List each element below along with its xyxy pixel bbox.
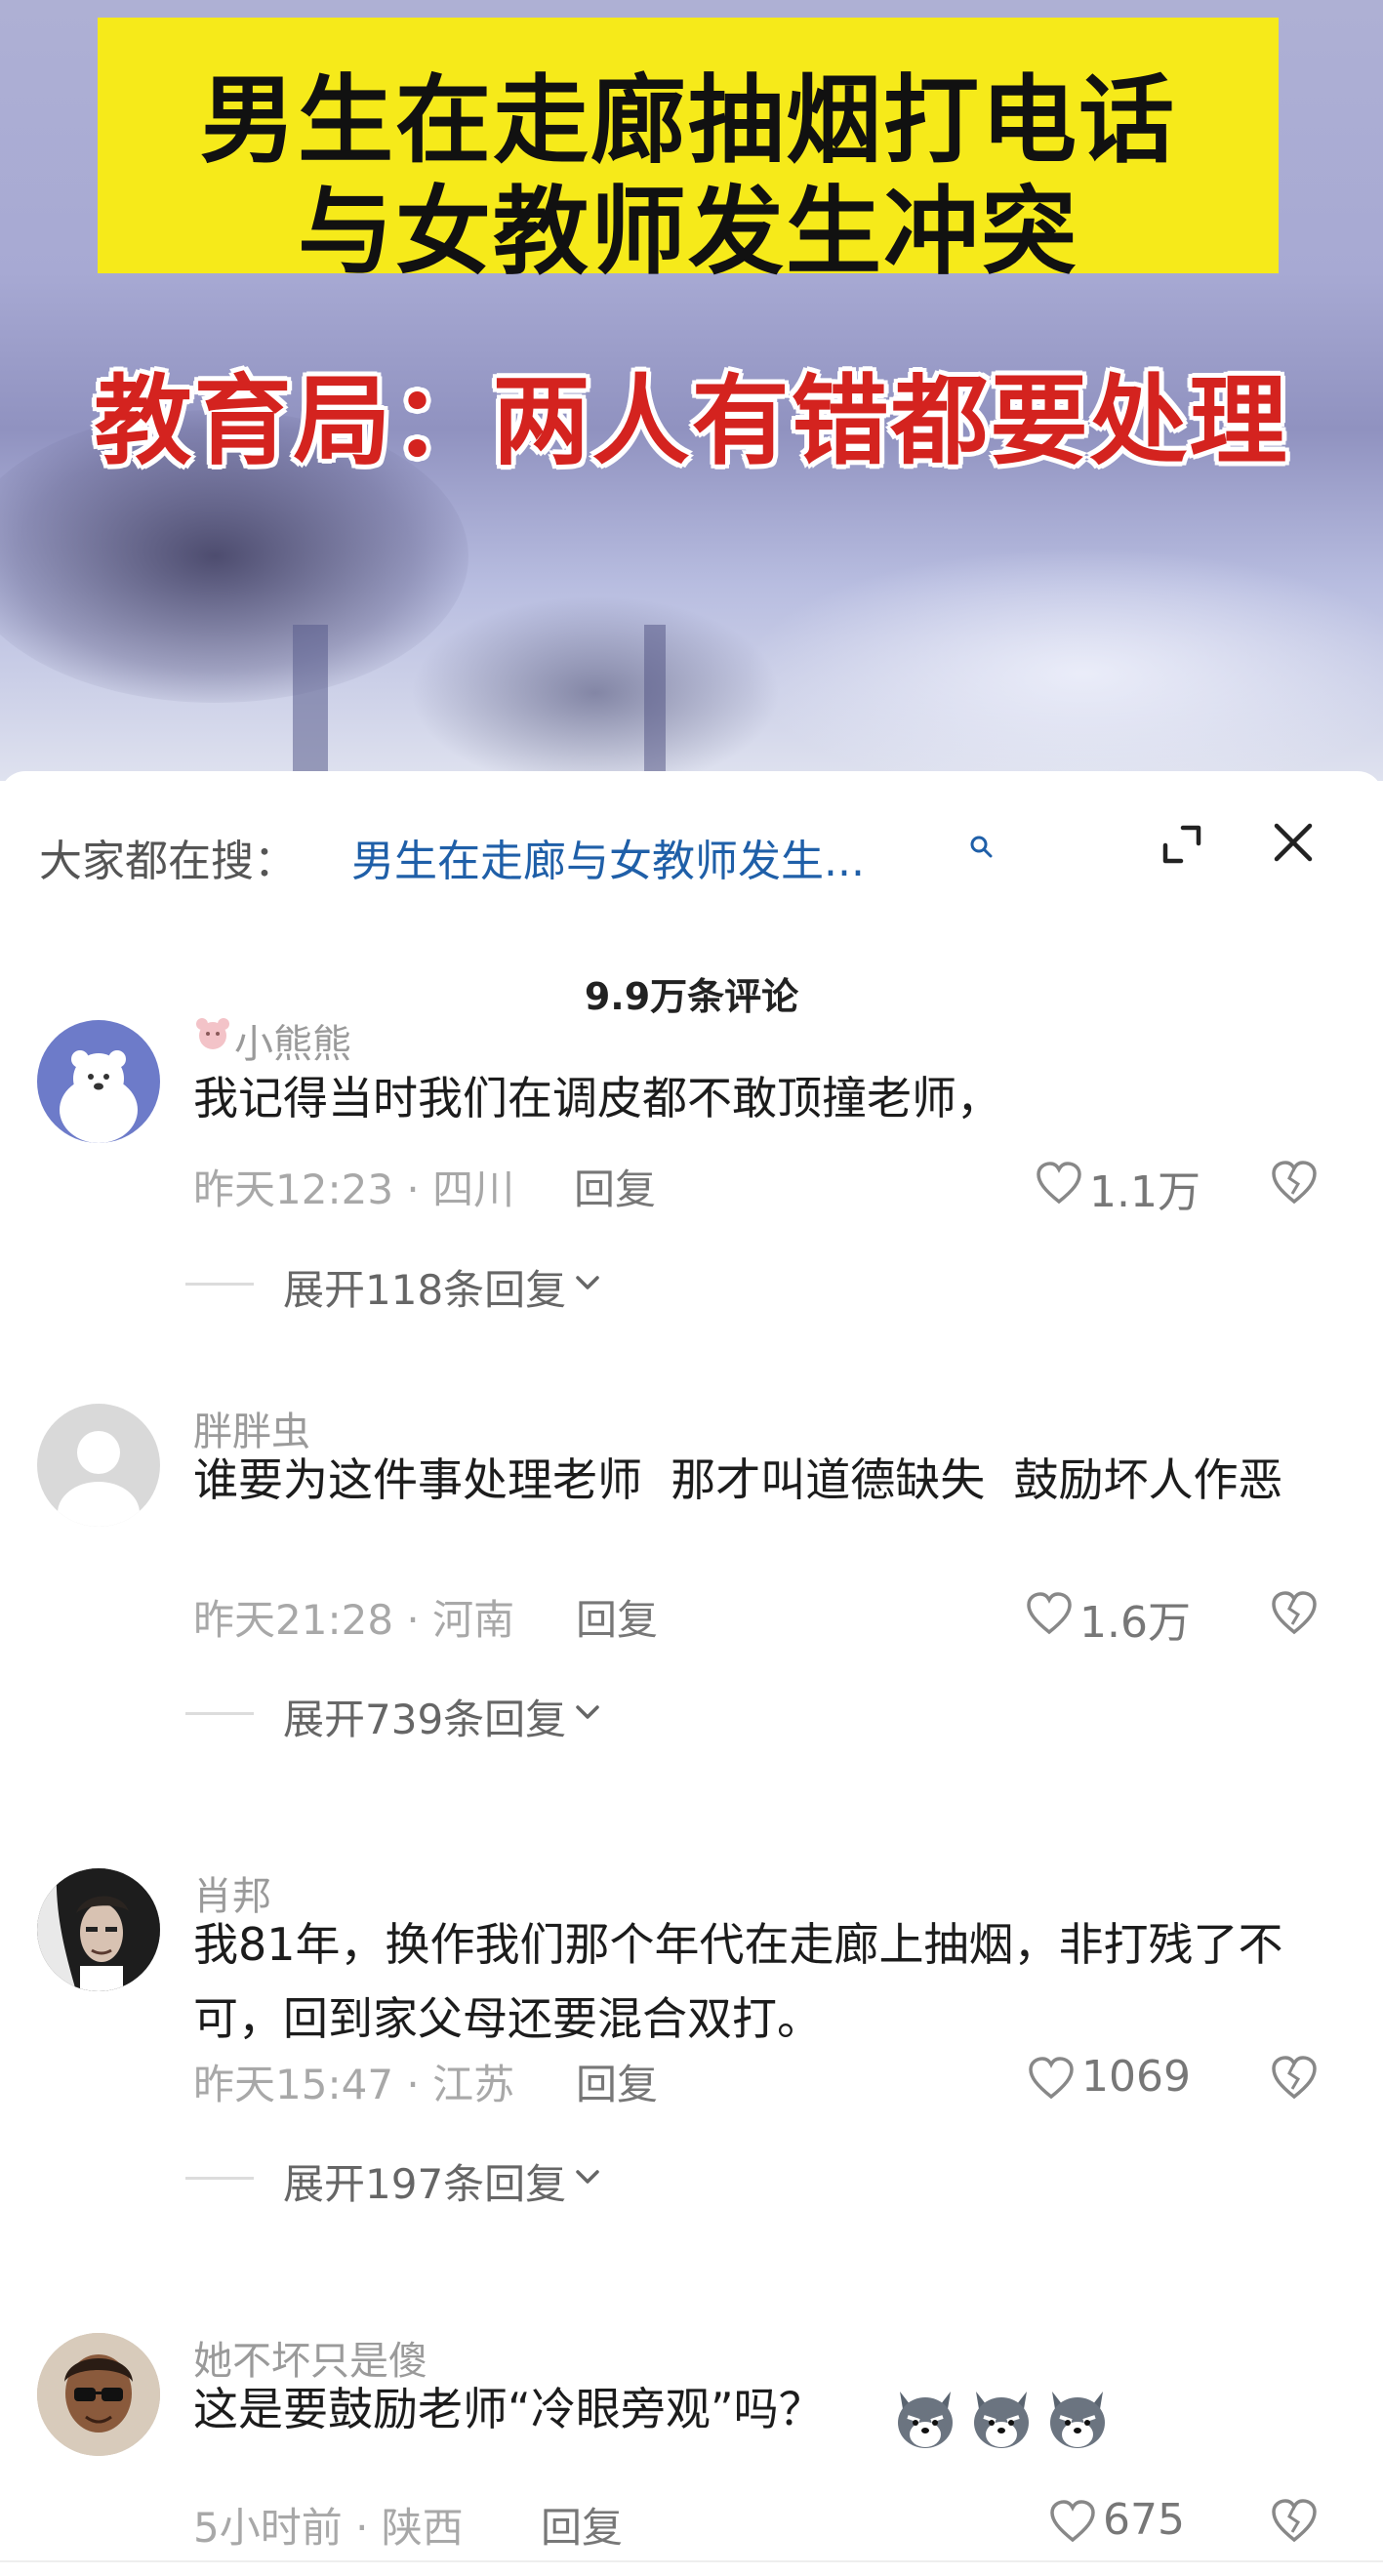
- video-shadow: [410, 595, 781, 781]
- heart-icon: [1037, 1162, 1081, 1205]
- polar-bear-icon: [60, 1050, 138, 1143]
- expand-replies-label: 展开739条回复: [283, 1696, 567, 1743]
- chevron-down-icon: [576, 2170, 599, 2184]
- broken-heart-icon[interactable]: [1269, 2054, 1320, 2101]
- avatar[interactable]: [37, 1020, 160, 1143]
- like-count: 1.6万: [1079, 1598, 1191, 1648]
- like-button[interactable]: 1069: [1027, 2052, 1232, 2102]
- comment-text: 我记得当时我们在调皮都不敢顶撞老师，: [193, 1072, 1001, 1124]
- search-suggestion-link[interactable]: 男生在走廊与女教师发生...: [351, 826, 865, 888]
- comment-time-location: 昨天21:28 · 河南: [193, 1596, 515, 1644]
- comment-item: 她不坏只是傻 这是要鼓励老师“冷眼旁观”吗？ 5小时前 · 陕西 回复 675: [0, 2333, 1383, 2576]
- close-icon[interactable]: [1267, 816, 1320, 869]
- broken-heart-icon[interactable]: [1269, 1159, 1320, 1206]
- comment-text: 我81年，换作我们那个年代在走廊上抽烟，非打残了不可，回到家父母还要混合双打。: [193, 1918, 1283, 2045]
- wolf-emoji-icon: [974, 2392, 1029, 2448]
- avatar[interactable]: [37, 1404, 160, 1527]
- heart-icon: [1027, 1592, 1072, 1635]
- video-railing: [644, 625, 666, 781]
- default-user-icon: [58, 1431, 140, 1527]
- video-headline-box: 男生在走廊抽烟打电话 与女教师发生冲突: [98, 18, 1279, 288]
- reply-button[interactable]: 回复: [574, 1157, 656, 1216]
- avatar[interactable]: [37, 1868, 160, 1991]
- comment-text: 谁要为这件事处理老师 那才叫道德缺失 鼓励坏人作恶: [193, 1453, 1283, 1506]
- broken-heart-icon[interactable]: [1269, 1589, 1320, 1636]
- comment-item: 胖胖虫 谁要为这件事处理老师 那才叫道德缺失 鼓励坏人作恶 昨天21:28 · …: [0, 1404, 1383, 1872]
- divider: [185, 1283, 254, 1286]
- expand-replies-label: 展开197条回复: [283, 2160, 567, 2208]
- wolf-emoji-icon: [1050, 2392, 1105, 2448]
- comment-text: 这是要鼓励老师“冷眼旁观”吗？: [193, 2383, 824, 2435]
- search-suggestion-bar: 大家都在搜： 男生在走廊与女教师发生...: [0, 771, 1383, 918]
- comment-item: 肖邦 我81年，换作我们那个年代在走廊上抽烟，非打残了不可，回到家父母还要混合双…: [0, 1868, 1383, 2337]
- reply-button[interactable]: 回复: [576, 2052, 658, 2111]
- chevron-down-icon: [576, 1705, 599, 1719]
- expand-replies-label: 展开118条回复: [283, 1266, 567, 1314]
- video-headline-line2: 与女教师发生冲突: [297, 177, 1078, 288]
- avatar[interactable]: [37, 2333, 160, 2456]
- video-subheadline: 教育局：两人有错都要处理: [94, 364, 1289, 478]
- bear-badge-icon: [196, 1018, 229, 1049]
- search-prefix-label: 大家都在搜：: [39, 837, 297, 886]
- child-photo: [37, 2333, 160, 2456]
- wolf-emoji-icon: [898, 2392, 953, 2448]
- expand-icon[interactable]: [1158, 820, 1206, 869]
- like-count: 1069: [1081, 2052, 1191, 2102]
- video-light: [742, 547, 1383, 781]
- divider: [0, 2560, 1383, 2562]
- heart-icon: [1050, 2500, 1095, 2543]
- like-button[interactable]: 675: [1048, 2495, 1234, 2545]
- chevron-down-icon: [576, 1276, 599, 1289]
- video-player[interactable]: 男生在走廊抽烟打电话 与女教师发生冲突 教育局：两人有错都要处理: [0, 0, 1383, 781]
- heart-icon: [1029, 2057, 1074, 2100]
- expand-replies[interactable]: 展开197条回复: [185, 2151, 634, 2208]
- divider: [185, 2177, 254, 2180]
- comment-panel: 大家都在搜： 男生在走廊与女教师发生... 9.9万条评论 小熊熊 我记得当时我…: [0, 771, 1383, 2576]
- like-count: 1.1万: [1089, 1167, 1200, 1217]
- video-railing: [293, 625, 328, 781]
- broken-heart-icon[interactable]: [1269, 2497, 1320, 2544]
- like-button[interactable]: 1.6万: [1025, 1587, 1230, 1648]
- portrait-photo: [37, 1868, 160, 1991]
- search-icon[interactable]: [968, 834, 994, 859]
- reply-button[interactable]: 回复: [541, 2495, 623, 2555]
- comment-time-location: 昨天15:47 · 江苏: [193, 2061, 515, 2108]
- comment-time-location: 5小时前 · 陕西: [193, 2504, 464, 2552]
- comment-count-title: 9.9万条评论: [584, 975, 799, 1018]
- expand-replies[interactable]: 展开118条回复: [185, 1257, 634, 1314]
- expand-replies[interactable]: 展开739条回复: [185, 1687, 634, 1743]
- reply-button[interactable]: 回复: [576, 1587, 658, 1647]
- like-count: 675: [1103, 2495, 1185, 2545]
- divider: [185, 1712, 254, 1715]
- like-button[interactable]: 1.1万: [1035, 1157, 1230, 1217]
- comment-time-location: 昨天12:23 · 四川: [193, 1165, 515, 1213]
